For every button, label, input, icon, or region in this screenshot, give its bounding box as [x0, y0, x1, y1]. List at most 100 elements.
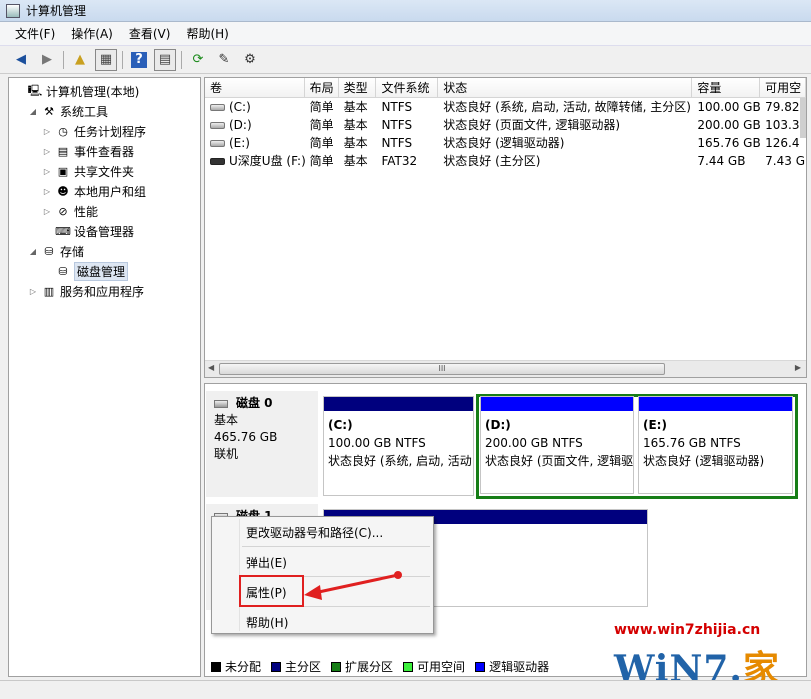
legend-item: 主分区 [271, 658, 321, 675]
window-title: 计算机管理 [26, 4, 87, 18]
tree-item[interactable]: ▷ ▥ 服务和应用程序 [9, 281, 200, 301]
cell-text: 7.43 G [765, 154, 805, 168]
scroll-thumb[interactable]: III [219, 363, 665, 375]
toolbar: ◀ ▶ ▲ ▦ ? ▤ ⟳ ✎ ⚙ [0, 46, 811, 74]
cell-text: 126.4 [765, 136, 800, 150]
help-icon[interactable]: ? [131, 51, 147, 68]
tree-item[interactable]: ⌨ 设备管理器 [9, 221, 200, 241]
tree-item[interactable]: ▷ ⊘ 性能 [9, 201, 200, 221]
expand-arrow-icon[interactable]: ▷ [41, 187, 53, 196]
tree-item[interactable]: 🖳 计算机管理(本地) [9, 81, 200, 101]
column-header-free-space[interactable]: 可用空 [760, 78, 806, 97]
back-arrow-icon[interactable]: ◀ [10, 49, 32, 71]
expand-arrow-icon[interactable]: ▷ [27, 287, 39, 296]
tree-item-label: 共享文件夹 [74, 164, 135, 179]
menu-help[interactable]: 帮助(H) [179, 23, 235, 44]
partition-e-status: 状态良好 (逻辑驱动器) [643, 454, 765, 468]
menu-bar: 文件(F) 操作(A) 查看(V) 帮助(H) [0, 22, 811, 46]
tree-item[interactable]: ▷ ◷ 任务计划程序 [9, 121, 200, 141]
table-cell: FAT32 [376, 152, 438, 170]
show-action-pane-icon[interactable]: ▤ [154, 48, 176, 71]
tree-item[interactable]: ▷ ▤ 事件查看器 [9, 141, 200, 161]
users-icon: ☻ [57, 184, 69, 198]
legend-label: 可用空间 [417, 660, 466, 674]
expand-arrow-icon[interactable]: ◢ [27, 247, 39, 256]
title-bar: 计算机管理 [0, 0, 811, 22]
partition-d-status: 状态良好 (页面文件, 逻辑驱 [485, 454, 633, 468]
up-folder-icon[interactable]: ▲ [69, 49, 91, 71]
column-header-type[interactable]: 类型 [339, 78, 377, 97]
legend-label: 逻辑驱动器 [489, 660, 550, 674]
cell-text: (E:) [229, 136, 250, 150]
partition-d[interactable]: (D:) 200.00 GB NTFS 状态良好 (页面文件, 逻辑驱 [480, 396, 634, 494]
legend-item: 未分配 [211, 658, 261, 675]
menu-action[interactable]: 操作(A) [64, 23, 120, 44]
scroll-left-icon[interactable]: ◀ [208, 363, 214, 372]
column-header-status[interactable]: 状态 [438, 78, 693, 97]
partition-c[interactable]: (C:) 100.00 GB NTFS 状态良好 (系统, 启动, 活动 [323, 396, 474, 496]
menu-item-eject[interactable]: 弹出(E) [246, 554, 287, 571]
tree-item[interactable]: ▷ ▣ 共享文件夹 [9, 161, 200, 181]
disk-0-title: 磁盘 0 [214, 395, 318, 412]
menu-view[interactable]: 查看(V) [122, 23, 178, 44]
vertical-scrollbar[interactable] [800, 98, 806, 138]
toolbar-divider [122, 50, 123, 69]
partition-e[interactable]: (E:) 165.76 GB NTFS 状态良好 (逻辑驱动器) [638, 396, 793, 494]
cell-text: 103.3 [765, 118, 800, 132]
event-viewer-icon: ▤ [57, 144, 69, 158]
column-header-capacity[interactable]: 容量 [692, 78, 761, 97]
expand-arrow-icon[interactable]: ◢ [27, 107, 39, 116]
legend-swatch [403, 661, 414, 672]
disk-0-label[interactable]: 磁盘 0 基本 465.76 GB 联机 [206, 391, 318, 497]
tree-item[interactable]: ▷ ☻ 本地用户和组 [9, 181, 200, 201]
table-row[interactable]: U深度U盘 (F:) 简单 基本 FAT32 状态良好 (主分区) 7.44 GB 7.43… [205, 152, 806, 170]
cell-text: 基本 [343, 136, 368, 150]
cell-text: 基本 [343, 154, 368, 168]
partition-e-name: (E:) [643, 418, 667, 432]
clock-icon: ◷ [58, 124, 68, 138]
table-cell: U深度U盘 (F:) [205, 152, 305, 170]
horizontal-scrollbar[interactable]: ◀ III ▶ [205, 360, 806, 377]
table-row[interactable]: (C:) 简单 基本 NTFS 状态良好 (系统, 启动, 活动, 故障转储, 主分区)… [205, 98, 806, 116]
refresh-icon[interactable]: ⟳ [187, 49, 209, 71]
table-cell: 简单 [305, 116, 339, 134]
expand-arrow-icon[interactable]: ▷ [41, 207, 53, 216]
table-cell: (D:) [205, 116, 305, 134]
menu-item-change-drive-letter[interactable]: 更改驱动器号和路径(C)... [246, 524, 383, 541]
column-header-filesystem[interactable]: 文件系统 [376, 78, 439, 97]
cell-text: (C:) [229, 100, 251, 114]
table-cell: NTFS [376, 134, 438, 152]
scroll-right-icon[interactable]: ▶ [795, 363, 801, 372]
tree-item-label: 设备管理器 [74, 224, 135, 239]
arrow-tail-dot [394, 571, 402, 579]
expand-arrow-icon[interactable]: ▷ [41, 127, 53, 136]
tree-item[interactable]: ◢ ⛁ 存储 [9, 241, 200, 261]
tree-item[interactable]: ◢ ⚒ 系统工具 [9, 101, 200, 121]
menu-separator [242, 546, 430, 547]
disk-0-size: 465.76 GB [214, 430, 278, 444]
menu-item-help[interactable]: 帮助(H) [246, 614, 288, 631]
tree-item[interactable]: ⛁ 磁盘管理 [9, 261, 200, 281]
legend-swatch [475, 661, 486, 672]
table-row[interactable]: (E:) 简单 基本 NTFS 状态良好 (逻辑驱动器) 165.76 GB 126.4 [205, 134, 806, 152]
expand-arrow-icon[interactable]: ▷ [41, 147, 53, 156]
partition-c-name: (C:) [328, 418, 353, 432]
cell-text: 200.00 GB [697, 118, 761, 132]
forward-arrow-icon[interactable]: ▶ [36, 49, 58, 71]
tree-item-label: 存储 [60, 244, 85, 259]
properties-icon[interactable]: ✎ [213, 49, 235, 71]
table-row[interactable]: (D:) 简单 基本 NTFS 状态良好 (页面文件, 逻辑驱动器) 200.00 GB 1… [205, 116, 806, 134]
tree-item-label: 任务计划程序 [74, 124, 147, 139]
table-cell: (E:) [205, 134, 305, 152]
expand-arrow-icon[interactable]: ▷ [41, 167, 53, 176]
legend-item: 可用空间 [403, 658, 465, 675]
table-cell: 7.44 GB [692, 152, 760, 170]
column-header-layout[interactable]: 布局 [305, 78, 339, 97]
drive-icon [210, 140, 225, 147]
storage-icon: ⛁ [44, 244, 54, 258]
partition-d-fs: 200.00 GB NTFS [485, 436, 583, 450]
menu-file[interactable]: 文件(F) [8, 23, 62, 44]
column-header-volume[interactable]: 卷 [205, 78, 305, 97]
show-console-tree-icon[interactable]: ▦ [95, 48, 117, 71]
settings-icon[interactable]: ⚙ [239, 49, 261, 71]
